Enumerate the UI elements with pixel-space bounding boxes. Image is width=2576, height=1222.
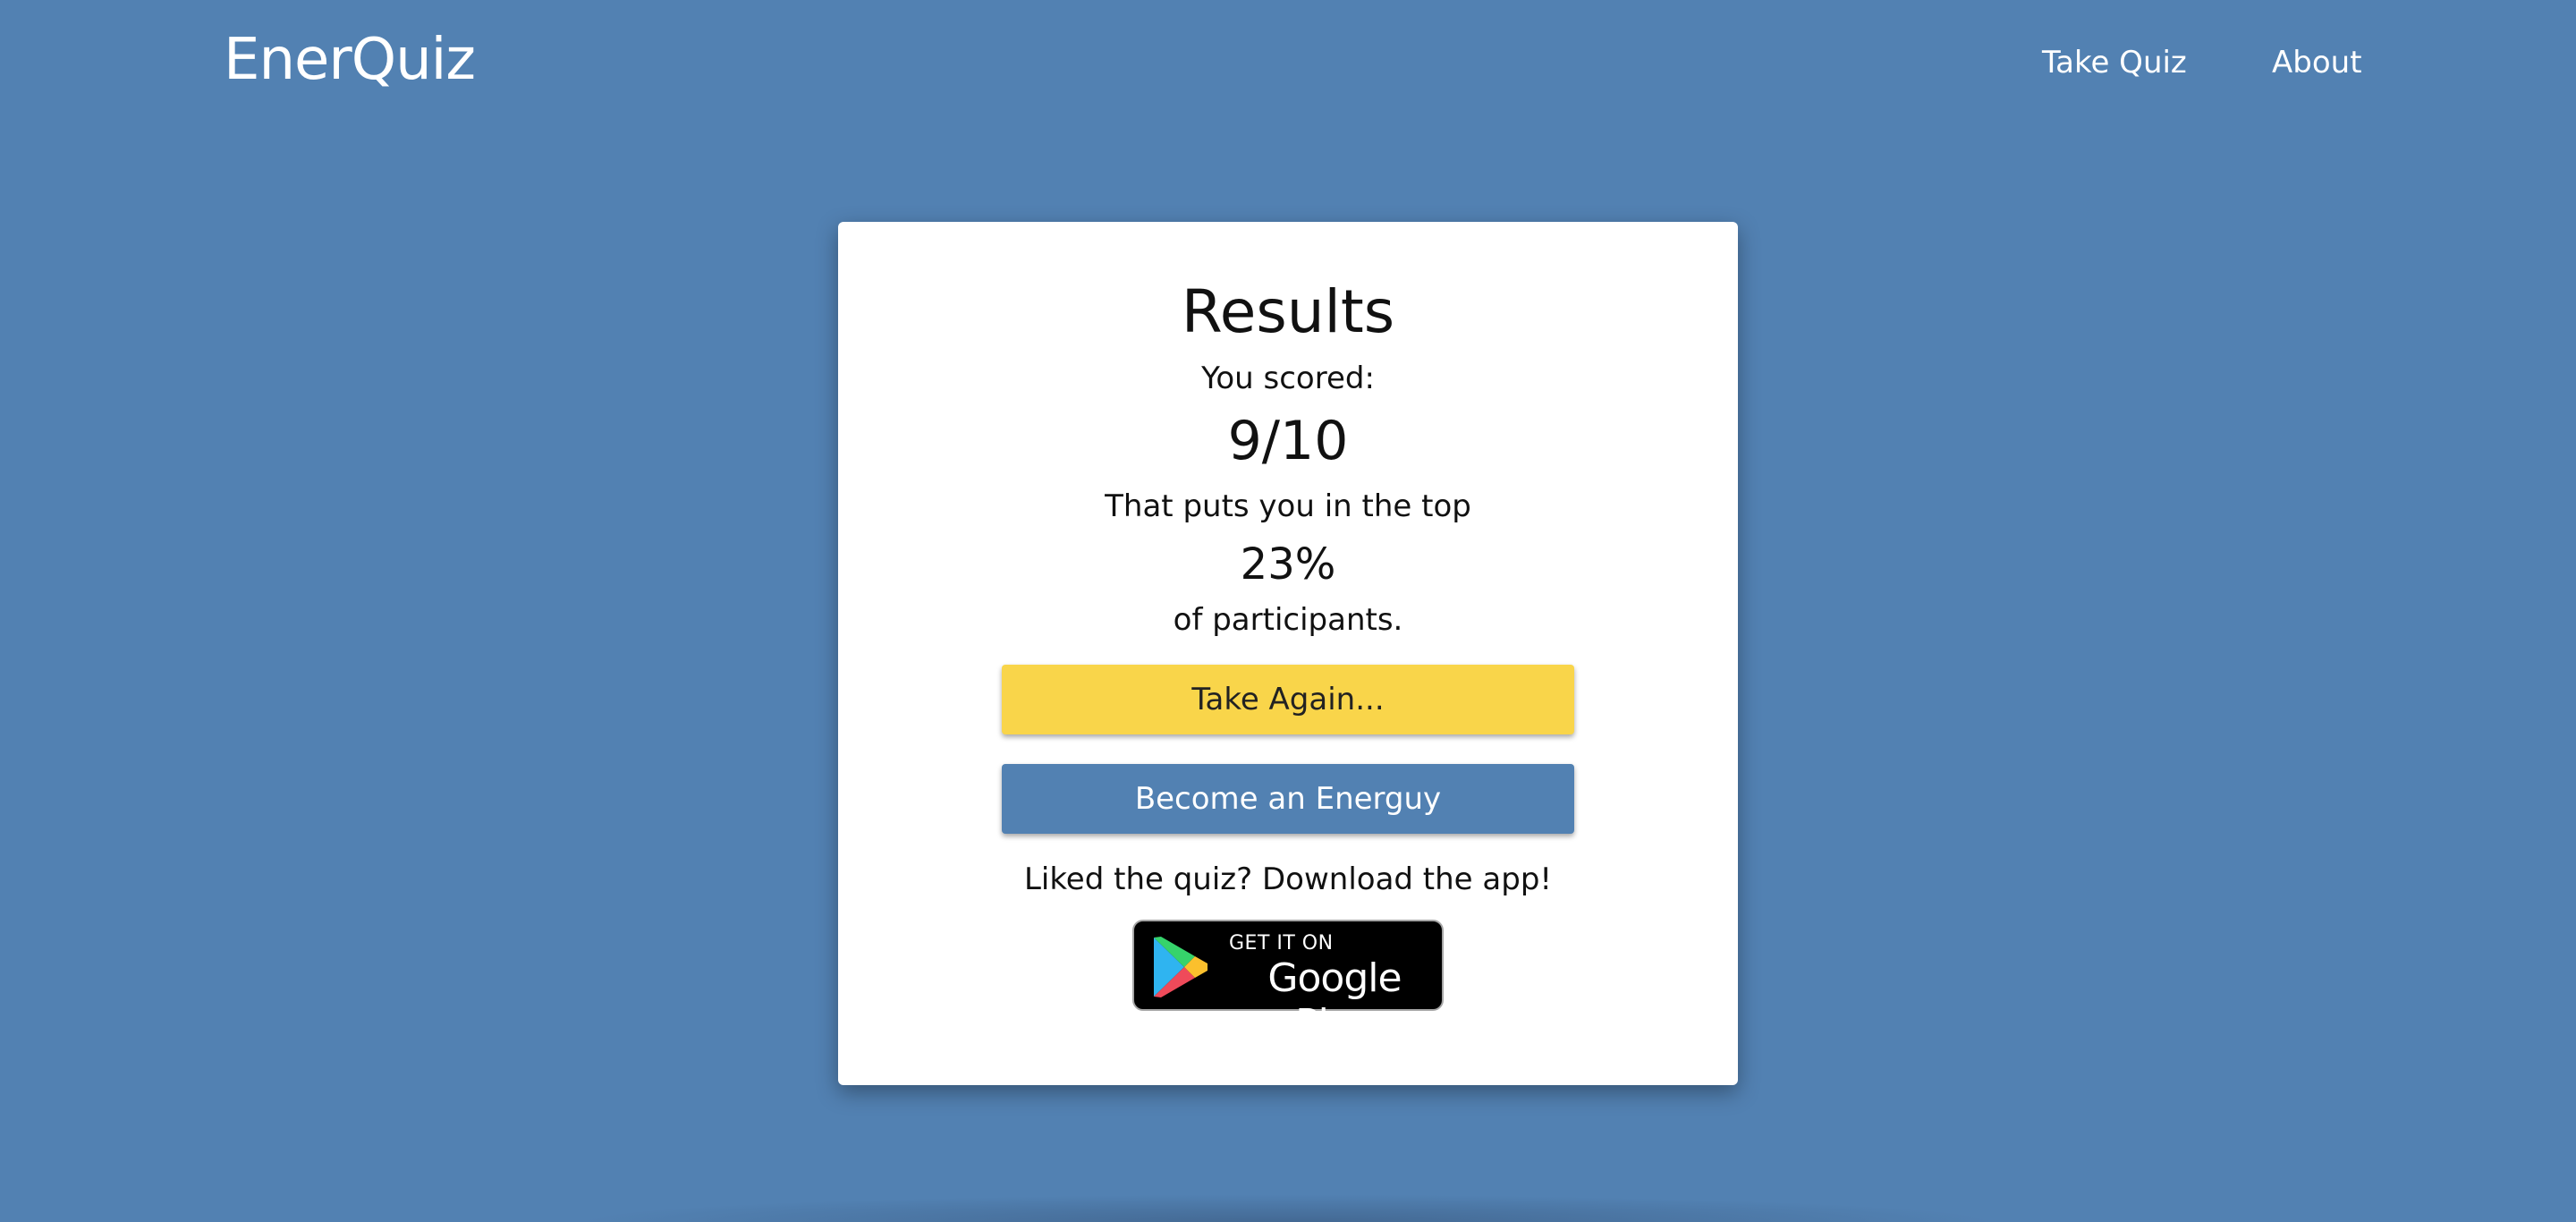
score-value: 9/10	[1227, 410, 1349, 472]
badge-small-text: GET IT ON	[1229, 932, 1334, 955]
nav-link-about[interactable]: About	[2272, 45, 2362, 81]
become-energuy-button[interactable]: Become an Energuy	[1002, 764, 1574, 834]
percentile-value: 23%	[1240, 539, 1336, 590]
download-app-label: Liked the quiz? Download the app!	[1023, 861, 1553, 897]
top-percentile-label: That puts you in the top	[1105, 488, 1471, 524]
bottom-shadow	[572, 1194, 2004, 1222]
results-title: Results	[1181, 277, 1395, 346]
take-again-button[interactable]: Take Again...	[1002, 665, 1574, 734]
google-play-icon	[1154, 937, 1208, 997]
google-play-badge[interactable]: GET IT ON Google Play	[1132, 920, 1444, 1047]
scored-label: You scored:	[1201, 361, 1375, 396]
navbar: EnerQuiz Take Quiz About	[0, 0, 2576, 125]
results-card: Results You scored: 9/10 That puts you i…	[838, 222, 1738, 1085]
nav-link-take-quiz[interactable]: Take Quiz	[2042, 45, 2187, 81]
brand-logo[interactable]: EnerQuiz	[224, 27, 476, 93]
participants-label: of participants.	[1173, 602, 1403, 638]
badge-big-text: Google Play	[1267, 955, 1402, 1047]
